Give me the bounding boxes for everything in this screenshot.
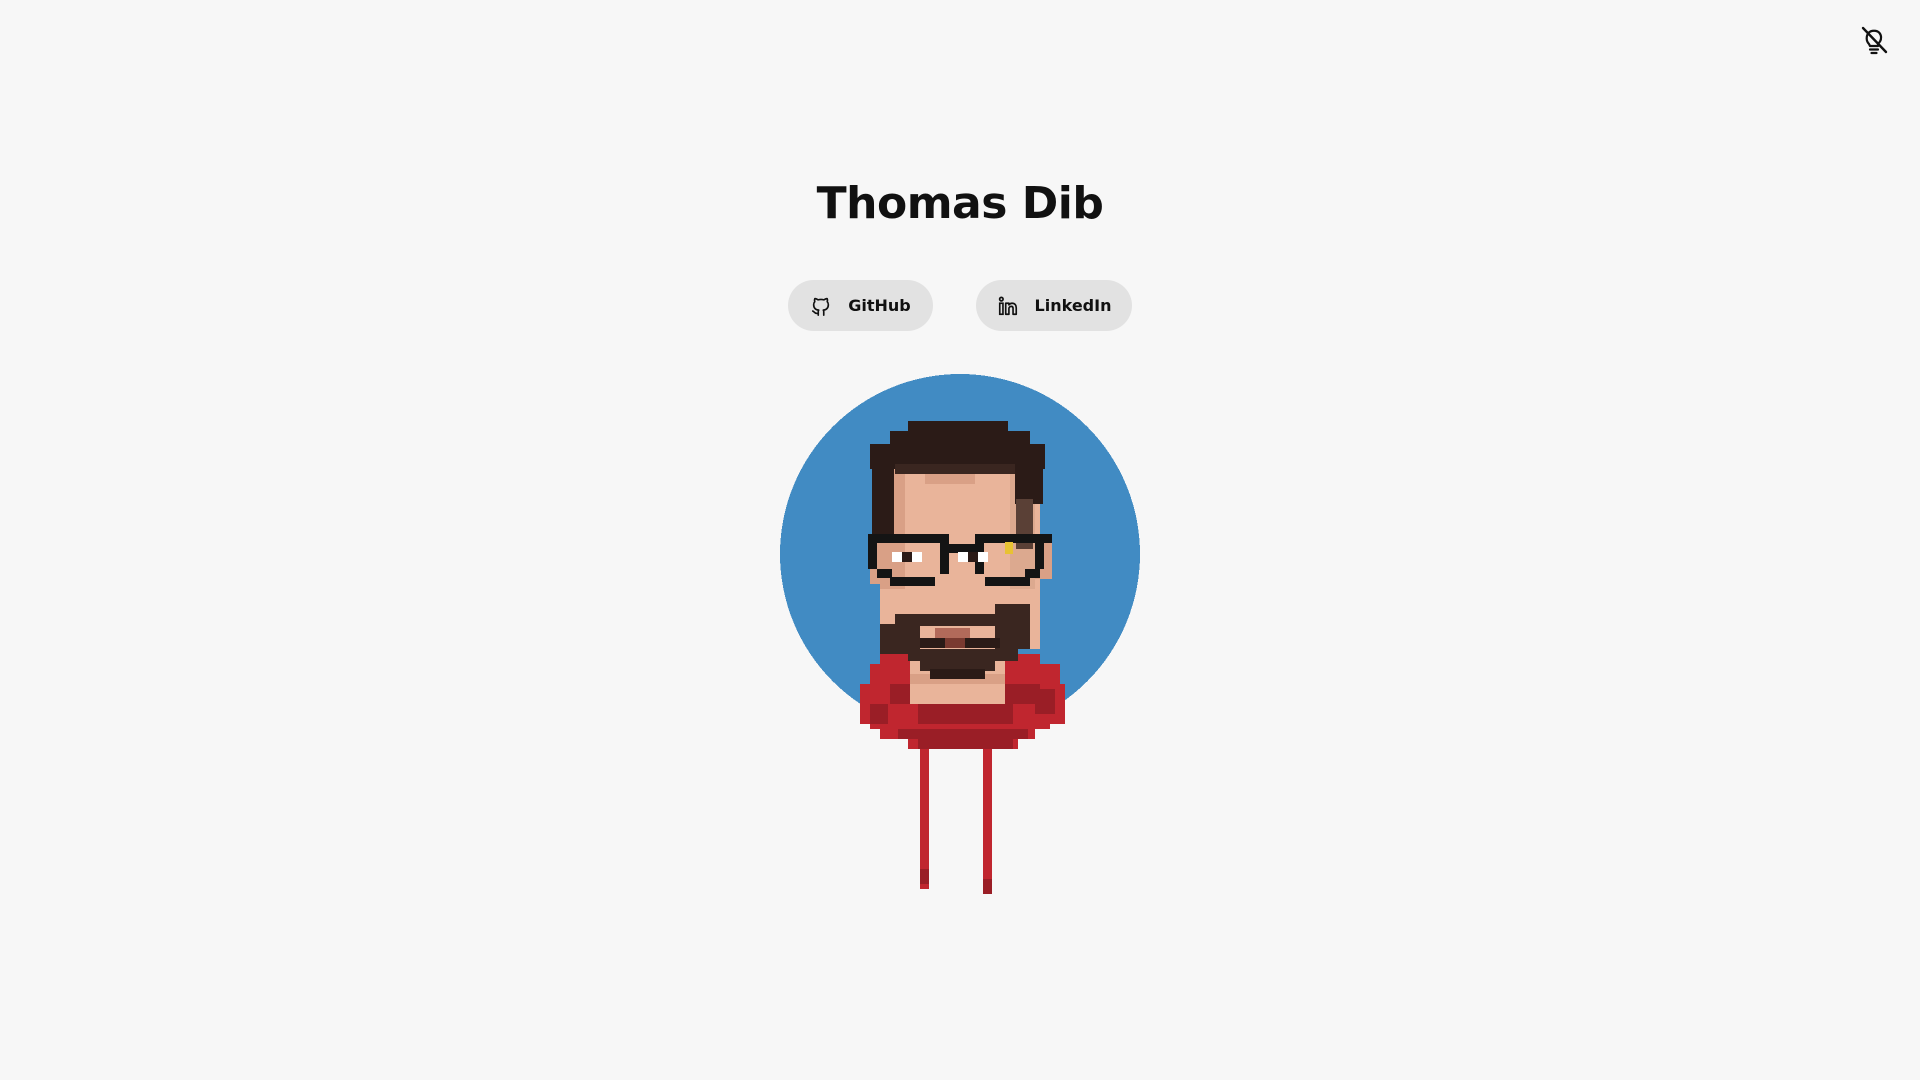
lightbulb-off-icon bbox=[1861, 26, 1888, 55]
linkedin-button[interactable]: LinkedIn bbox=[976, 280, 1132, 331]
linkedin-icon bbox=[998, 296, 1017, 315]
page-title: Thomas Dib bbox=[816, 178, 1104, 229]
github-button-label: GitHub bbox=[848, 296, 911, 315]
github-button[interactable]: GitHub bbox=[788, 280, 933, 331]
github-icon bbox=[812, 297, 830, 316]
theme-toggle-button[interactable] bbox=[1858, 24, 1890, 56]
linkedin-button-label: LinkedIn bbox=[1034, 296, 1112, 315]
pixel-avatar bbox=[780, 374, 1140, 894]
avatar bbox=[780, 374, 1140, 904]
